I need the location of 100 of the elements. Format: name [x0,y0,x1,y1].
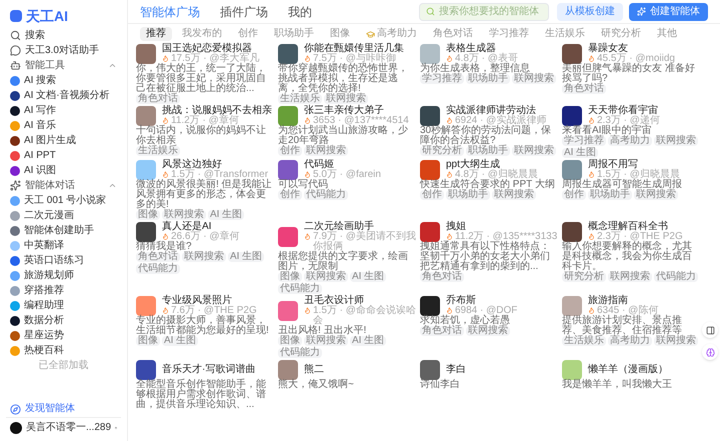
agent-card[interactable]: 二次元绘画助手 7.9万 · @美团请不到我你报俩 根据您提供的文字要求，绘画图片，无限制 图像 联网搜索 AI 生图 代码能力 [278,222,416,294]
agent-tag: 学习推荐 [420,74,464,84]
agent-description: 诗仙李白 [420,380,461,390]
top-tab[interactable]: 插件广场 [220,4,268,18]
agent-card[interactable]: 你能在甄嬛传里活几集 7.5万 · @与咔咔御 带你穿越甄嬛传的恐怖世界，挑战者异模拟，生存还是逃离，全凭你的选择! 生活娱乐 联网搜索 [278,44,416,104]
top-tab[interactable]: 我的 [288,4,312,18]
photo-placeholder [136,360,156,380]
agent-card[interactable]: ppt大纲生成 4.8万 · @归晓晨晨 快速生成符合要求的 PPT 大纲 创作 职场助手 联网搜索 [420,160,558,220]
agent-tag: 职场助手 [588,190,632,200]
agent-card[interactable]: 周报不用写 1.5万 · @归晓晨晨 周报生成器可智能生成周报 创作 职场助手 联网搜索 [562,160,700,220]
agent-title: 懒羊羊（漫画版） [588,365,669,375]
side-panel-button[interactable] [702,322,718,338]
agent-description: 全能型音乐创作智能助手，能够根据用户需求创作歌词、谱曲，提供音乐理论知识、... [136,380,267,410]
agent-tag: AI 生图 [350,336,386,346]
agent-description: 我是懒羊羊，叫我懒大王 [562,380,673,390]
agent-card[interactable]: 暴躁女友 45.5万 · @moiidg 美丽但脾气暴躁的女友 准备好挨骂了吗? 角色对话 [562,44,700,104]
sidebar-group-header[interactable]: 智能工具 [6,58,121,73]
sidebar-item[interactable]: AI 搜索 [6,73,121,88]
agent-card[interactable]: 音乐天才·写歌词谱曲 全能型音乐创作智能助手，能够根据用户需求创作歌词、谱曲，提供音乐理论知识、... [136,360,274,410]
photo-placeholder [136,222,156,242]
agent-card[interactable]: 实战派律师讲劳动法 6924 · @实战派律师 30秒解答你的劳动法问题，保障你的合法权益? 研究分析 职场助手 联网搜索 [420,106,558,158]
agent-title: 表格生成器 [446,44,496,54]
discover-link[interactable]: 发现智能体 [6,401,121,417]
sidebar-item[interactable]: 天工 001 号小说家 [6,193,121,208]
agent-card[interactable]: 丑毛衣设计师 1.5万 · @命命会说诶哈会 丑出风格! 丑出水平! 图像 联网搜索 AI 生图 代码能力 [278,296,416,358]
agent-card[interactable]: 国王选妃恋爱模拟器 17.5万 · @李大军凡 你，伟大的王，统一了大陆，你要管很多王妃，采用巩固自己在被征服土地上的统治... 角色对话 [136,44,274,104]
agent-stats: 7.6万 · @THE P2G [171,306,257,316]
sidebar-item[interactable]: AI 音乐 [6,118,121,133]
brain-button[interactable] [702,344,718,360]
sidebar-item[interactable]: 星座运势 [6,328,121,343]
sidebar-item[interactable]: 中英翻译 [6,238,121,253]
agent-tag: 角色对话 [136,252,180,262]
agent-description: 快速生成符合要求的 PPT 大纲 [420,180,556,190]
photo-placeholder [420,160,440,180]
agent-tag: 生活娱乐 [136,146,180,156]
sidebar-item[interactable]: 英语口语练习 [6,253,121,268]
agent-card[interactable]: 旅游指南 6345 · @陈何 提供旅游计划安排、景点推荐、美食推荐、住宿推荐等 生活娱乐 高考助力 联网搜索 [562,296,700,358]
sidebar-item[interactable]: 搜索 [6,28,121,43]
create-agent-button[interactable]: 创建智能体 [629,2,708,20]
sidebar-item[interactable]: 智能体创建助手 [6,223,121,238]
photo-placeholder [278,360,298,380]
sidebar-item[interactable]: 数据分析 [6,313,121,328]
agent-card[interactable]: 专业级风景照片 7.6万 · @THE P2G 专业的摄影大师，善事风景，生活细节都能为您最好的呈现! 图像 AI 生图 [136,296,274,358]
top-tab[interactable]: 智能体广场 [140,4,200,18]
agent-description: 十句话内，说服你的妈妈不让你去相亲 [136,126,267,146]
agent-stats: 7.9万 · @美团请不到我你报俩 [313,232,416,252]
agent-tag: 研究分析 [420,146,464,156]
sidebar-group-header[interactable]: 智能体对话 [6,178,121,193]
sidebar-item[interactable]: 二次元漫画 [6,208,121,223]
agent-title: 丑毛衣设计师 [304,296,364,306]
agent-description: 提供旅游计划安排、景点推荐、美食推荐、住宿推荐等 [562,316,682,336]
agent-tag: 职场助手 [466,146,510,156]
sidebar-item[interactable]: AI PPT [6,148,121,163]
agent-card[interactable]: 挑战：说服妈妈不去相亲 11.2万 · @章何 十句话内，说服你的妈妈不让你去相亲 生活娱乐 [136,106,274,158]
agent-stats: 3653 · @137****4514 [313,116,409,126]
category-tab[interactable]: 推荐 [140,27,172,41]
agent-stats: 11.2万 · @章何 [171,116,239,126]
search-field[interactable]: 搜索你想要找的智能体 [419,2,549,20]
agent-card[interactable]: 概念理解百科全书 2.3万 · @THE P2G 输入你想要解释的概念，尤其是科技概念，我会为你生成百科卡片。 研究分析 联网搜索 代码能力 [562,222,700,294]
agent-card[interactable]: 表格生成器 4.8万 · @表哥 为你生成表格，整理信息 学习推荐 职场助手 联网搜索 [420,44,558,104]
flame-icon [162,55,169,62]
sidebar-item[interactable]: 热梗百科 [6,343,121,358]
agent-stats: 6984 · @DOF [455,306,518,316]
agent-title: 代码姬 [304,160,334,170]
agent-stats: 2.3万 · @递何 [597,116,660,126]
agent-card[interactable]: 李白 诗仙李白 [420,360,558,410]
agent-card[interactable]: 天天带你看宇宙 2.3万 · @递何 来看看AI眼中的宇宙 学习推荐 高考助力 联网搜索 AI 生图 [562,106,700,158]
agent-card[interactable]: 张三丰亲传大弟子 3653 · @137****4514 为您计划武当山旅游攻略，少走20年弯路 创作 联网搜索 [278,106,416,158]
agent-card[interactable]: 乔布斯 6984 · @DOF 求知若饥，虚心若愚 角色对话 联网搜索 [420,296,558,358]
agent-tag: 代码能力 [278,284,322,294]
agent-card[interactable]: 代码姬 5.0万 · @farein 可以写代码 创作 代码能力 [278,160,416,220]
agent-tag: 创作 [562,190,586,200]
agent-description: 输入你想要解释的概念，尤其是科技概念，我会为你生成百科卡片。 [562,242,692,272]
agent-title: 你能在甄嬛传里活几集 [304,44,405,54]
agent-card[interactable]: 熊二 熊大，俺又饿啊~ [278,360,416,410]
agent-tag: 联网搜索 [634,190,678,200]
agent-tag: 生活娱乐 [562,336,606,346]
agent-tag: 创作 [278,190,302,200]
sidebar-item[interactable]: 天工3.0对话助手 [6,43,121,58]
agent-card[interactable]: 懒羊羊（漫画版） 我是懒羊羊，叫我懒大王 [562,360,700,410]
agent-card[interactable]: 风景这边独好 1.5万 · @Transformer 微波的风景很美丽! 但是我能让风景拥有更多的形态，体会更多的美! 图像 联网搜索 AI 生图 [136,160,274,220]
sidebar-item[interactable]: AI 图片生成 [6,133,121,148]
photo-placeholder [562,44,582,64]
agent-description: 微波的风景很美丽! 但是我能让风景拥有更多的形态，体会更多的美! [136,180,273,210]
agent-tag: 生活娱乐 [278,94,322,104]
sidebar-item[interactable]: 编程助理 [6,298,121,313]
sidebar-item[interactable]: 旅游规划师 [6,268,121,283]
sidebar-item[interactable]: AI 写作 [6,103,121,118]
sparkle-icon [637,7,646,16]
agent-tag: AI 生图 [228,252,264,262]
agent-description: 专业的摄影大师，善事风景，生活细节都能为您最好的呈现! [136,316,270,336]
agent-card[interactable]: 拽姐 11.2万 · @135****3133 拽姐通常具有以下性格特点：坚韧千万小弟的女老大小弟们把艺精通有拿到的柴到的... 角色对话 [420,222,558,294]
sidebar-item[interactable]: 穿搭推荐 [6,283,121,298]
sidebar-item[interactable]: AI 文档·音视频分析 [6,88,121,103]
sidebar-item[interactable]: AI 识图 [6,163,121,178]
agent-tag: 代码能力 [654,272,698,282]
search-icon [10,30,21,41]
agent-card[interactable]: 真人还是AI 26.6万 · @章何 猜猜我是谁? 角色对话 联网搜索 AI 生图 代码能力 [136,222,274,294]
agent-title: 二次元绘画助手 [304,222,374,232]
photo-placeholder [562,222,582,242]
